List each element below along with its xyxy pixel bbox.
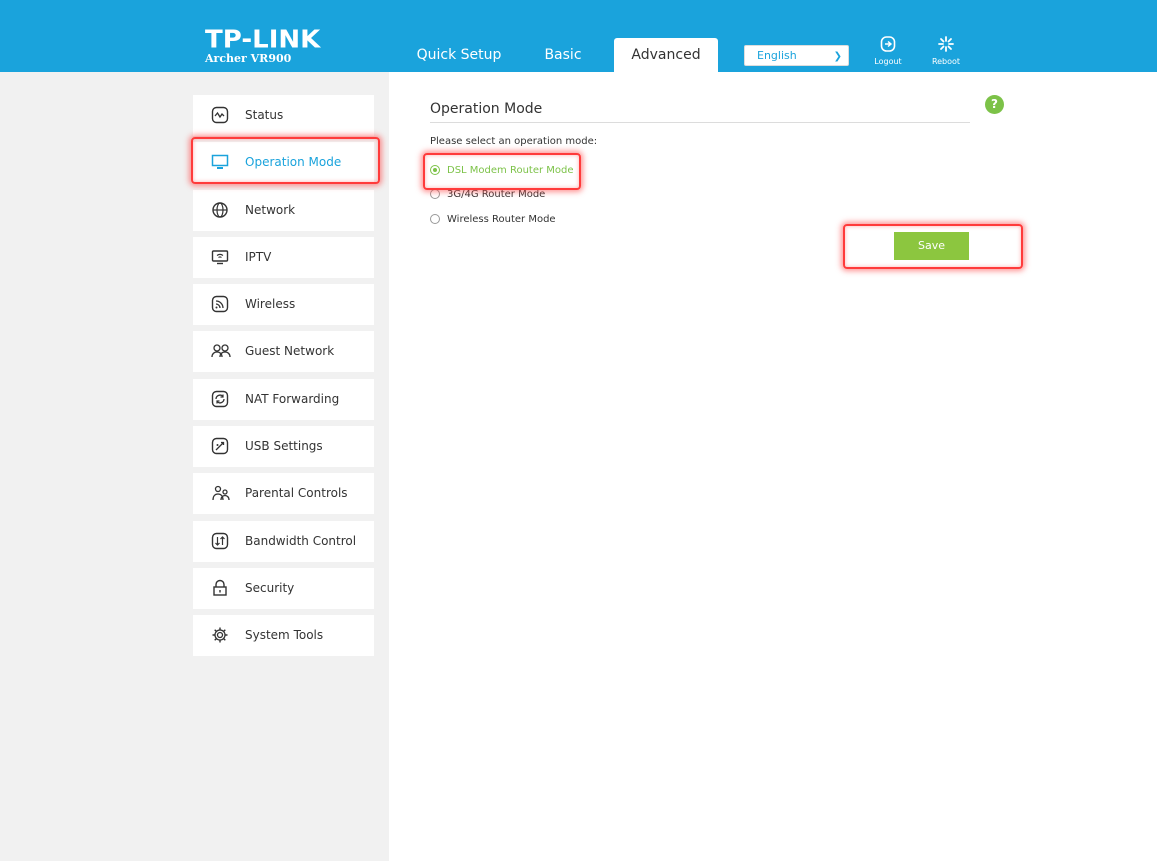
- help-icon[interactable]: ?: [985, 95, 1004, 114]
- nat-icon: [211, 390, 229, 408]
- sidebar-item-parental-controls[interactable]: Parental Controls: [193, 473, 374, 515]
- guests-icon: [211, 342, 231, 360]
- sidebar-item-label: Status: [245, 108, 284, 122]
- gear-icon: [211, 626, 229, 644]
- sidebar-item-label: Network: [245, 202, 296, 217]
- sidebar-item-network[interactable]: Network: [193, 189, 374, 231]
- sidebar-item-label: IPTV: [245, 249, 272, 264]
- sidebar-item-system-tools[interactable]: System Tools: [193, 615, 374, 657]
- logout-icon: [868, 35, 908, 57]
- sidebar-item-label: USB Settings: [245, 439, 323, 454]
- sidebar-item-guest-network[interactable]: Guest Network: [193, 331, 374, 373]
- sidebar-item-operation-mode[interactable]: Operation Mode: [193, 142, 374, 184]
- tv-icon: [211, 248, 229, 266]
- reboot-button[interactable]: Reboot: [926, 35, 966, 66]
- sidebar-item-label: Bandwidth Control: [245, 533, 357, 548]
- sidebar-item-iptv[interactable]: IPTV: [193, 236, 374, 278]
- sidebar-item-label: Guest Network: [245, 344, 335, 359]
- page-title: Operation Mode: [430, 101, 543, 117]
- tab-basic[interactable]: Basic: [535, 38, 591, 72]
- top-header: TP-LINK Archer VR900 Quick Setup Basic A…: [0, 0, 1157, 72]
- usb-icon: [211, 437, 229, 455]
- sidebar-item-usb-settings[interactable]: USB Settings: [193, 426, 374, 468]
- parental-icon: [211, 484, 230, 502]
- title-divider: [430, 122, 970, 123]
- brand-name: TP-LINK: [205, 25, 321, 55]
- sidebar-item-bandwidth-control[interactable]: Bandwidth Control: [193, 520, 374, 562]
- chevron-down-icon: ❯: [833, 51, 842, 62]
- sidebar-item-wireless[interactable]: Wireless: [193, 284, 374, 326]
- save-button[interactable]: Save: [894, 232, 969, 260]
- radio-button[interactable]: [430, 214, 440, 224]
- tab-advanced[interactable]: Advanced: [614, 38, 718, 72]
- sidebar-item-label: NAT Forwarding: [245, 391, 340, 406]
- sidebar-item-label: System Tools: [245, 628, 324, 643]
- reboot-label: Reboot: [931, 57, 961, 66]
- language-select[interactable]: English ❯: [744, 45, 849, 66]
- sidebar-item-nat-forwarding[interactable]: NAT Forwarding: [193, 378, 374, 420]
- radio-button[interactable]: [430, 189, 440, 199]
- reboot-icon: [926, 35, 966, 57]
- radio-wireless-router-mode[interactable]: Wireless Router Mode: [430, 212, 556, 226]
- tab-quick-setup[interactable]: Quick Setup: [410, 38, 508, 72]
- globe-icon: [211, 201, 229, 219]
- status-icon: [211, 106, 229, 124]
- mode-prompt: Please select an operation mode:: [430, 136, 598, 147]
- wifi-icon: [211, 295, 229, 313]
- monitor-icon: [211, 153, 229, 171]
- language-value: English: [757, 49, 797, 62]
- radio-label: Wireless Router Mode: [447, 213, 556, 225]
- radio-3g4g-router-mode[interactable]: 3G/4G Router Mode: [430, 187, 545, 201]
- sidebar-item-label: Operation Mode: [245, 155, 342, 170]
- sidebar-item-security[interactable]: Security: [193, 567, 374, 609]
- radio-dsl-modem-router-mode[interactable]: DSL Modem Router Mode: [430, 163, 574, 177]
- model-name: Archer VR900: [205, 52, 292, 65]
- bandwidth-icon: [211, 532, 229, 550]
- radio-label: 3G/4G Router Mode: [447, 188, 546, 200]
- logout-label: Logout: [874, 57, 902, 66]
- sidebar-item-status[interactable]: Status: [193, 95, 374, 136]
- sidebar-item-label: Wireless: [245, 297, 296, 312]
- sidebar-item-label: Security: [245, 580, 295, 595]
- sidebar-menu: Status Operation Mode Network IPTV Wirel…: [193, 95, 374, 663]
- radio-label: DSL Modem Router Mode: [447, 164, 574, 176]
- radio-button-checked[interactable]: [430, 165, 440, 175]
- tp-link-logo: TP-LINK Archer VR900: [205, 28, 320, 65]
- logout-button[interactable]: Logout: [868, 35, 908, 66]
- lock-icon: [211, 579, 229, 597]
- sidebar-item-label: Parental Controls: [245, 486, 348, 501]
